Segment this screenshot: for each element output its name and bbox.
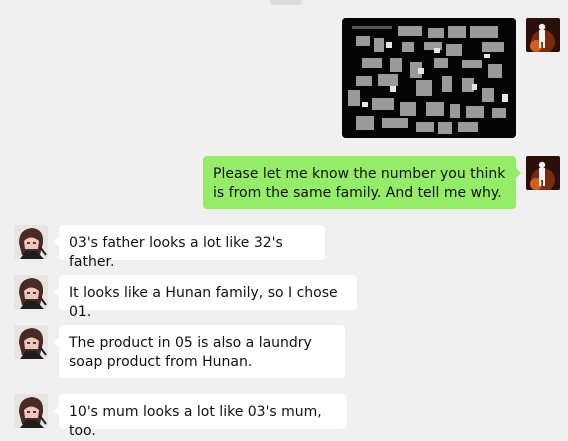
message-text: 03's father looks a lot like 32's father… [69, 235, 283, 270]
message-text: Please let me know the number you think … [213, 166, 506, 201]
incoming-message[interactable]: 03's father looks a lot like 32's father… [54, 225, 325, 270]
scroll-top-indicator [270, 0, 302, 5]
person-silhouette-icon [526, 18, 560, 52]
self-avatar-1[interactable] [526, 18, 560, 52]
incoming-message[interactable]: 10's mum looks a lot like 03's mum, too. [54, 394, 347, 439]
self-avatar-2[interactable] [526, 156, 560, 190]
anime-character-icon [14, 394, 48, 428]
image-message[interactable] [342, 18, 516, 138]
anime-character-icon [14, 275, 48, 309]
contact-avatar-3[interactable] [14, 325, 48, 359]
anime-character-icon [14, 325, 48, 359]
outgoing-message[interactable]: Please let me know the number you think … [203, 156, 521, 209]
contact-avatar-4[interactable] [14, 394, 48, 428]
contact-avatar-1[interactable] [14, 225, 48, 259]
person-silhouette-icon [526, 156, 560, 190]
collage-image [342, 18, 516, 138]
anime-character-icon [14, 225, 48, 259]
contact-avatar-2[interactable] [14, 275, 48, 309]
message-text: It looks like a Hunan family, so I chose… [69, 285, 338, 320]
incoming-message[interactable]: It looks like a Hunan family, so I chose… [54, 275, 357, 320]
message-text: The product in 05 is also a laundry soap… [69, 335, 312, 370]
incoming-message[interactable]: The product in 05 is also a laundry soap… [54, 325, 345, 378]
